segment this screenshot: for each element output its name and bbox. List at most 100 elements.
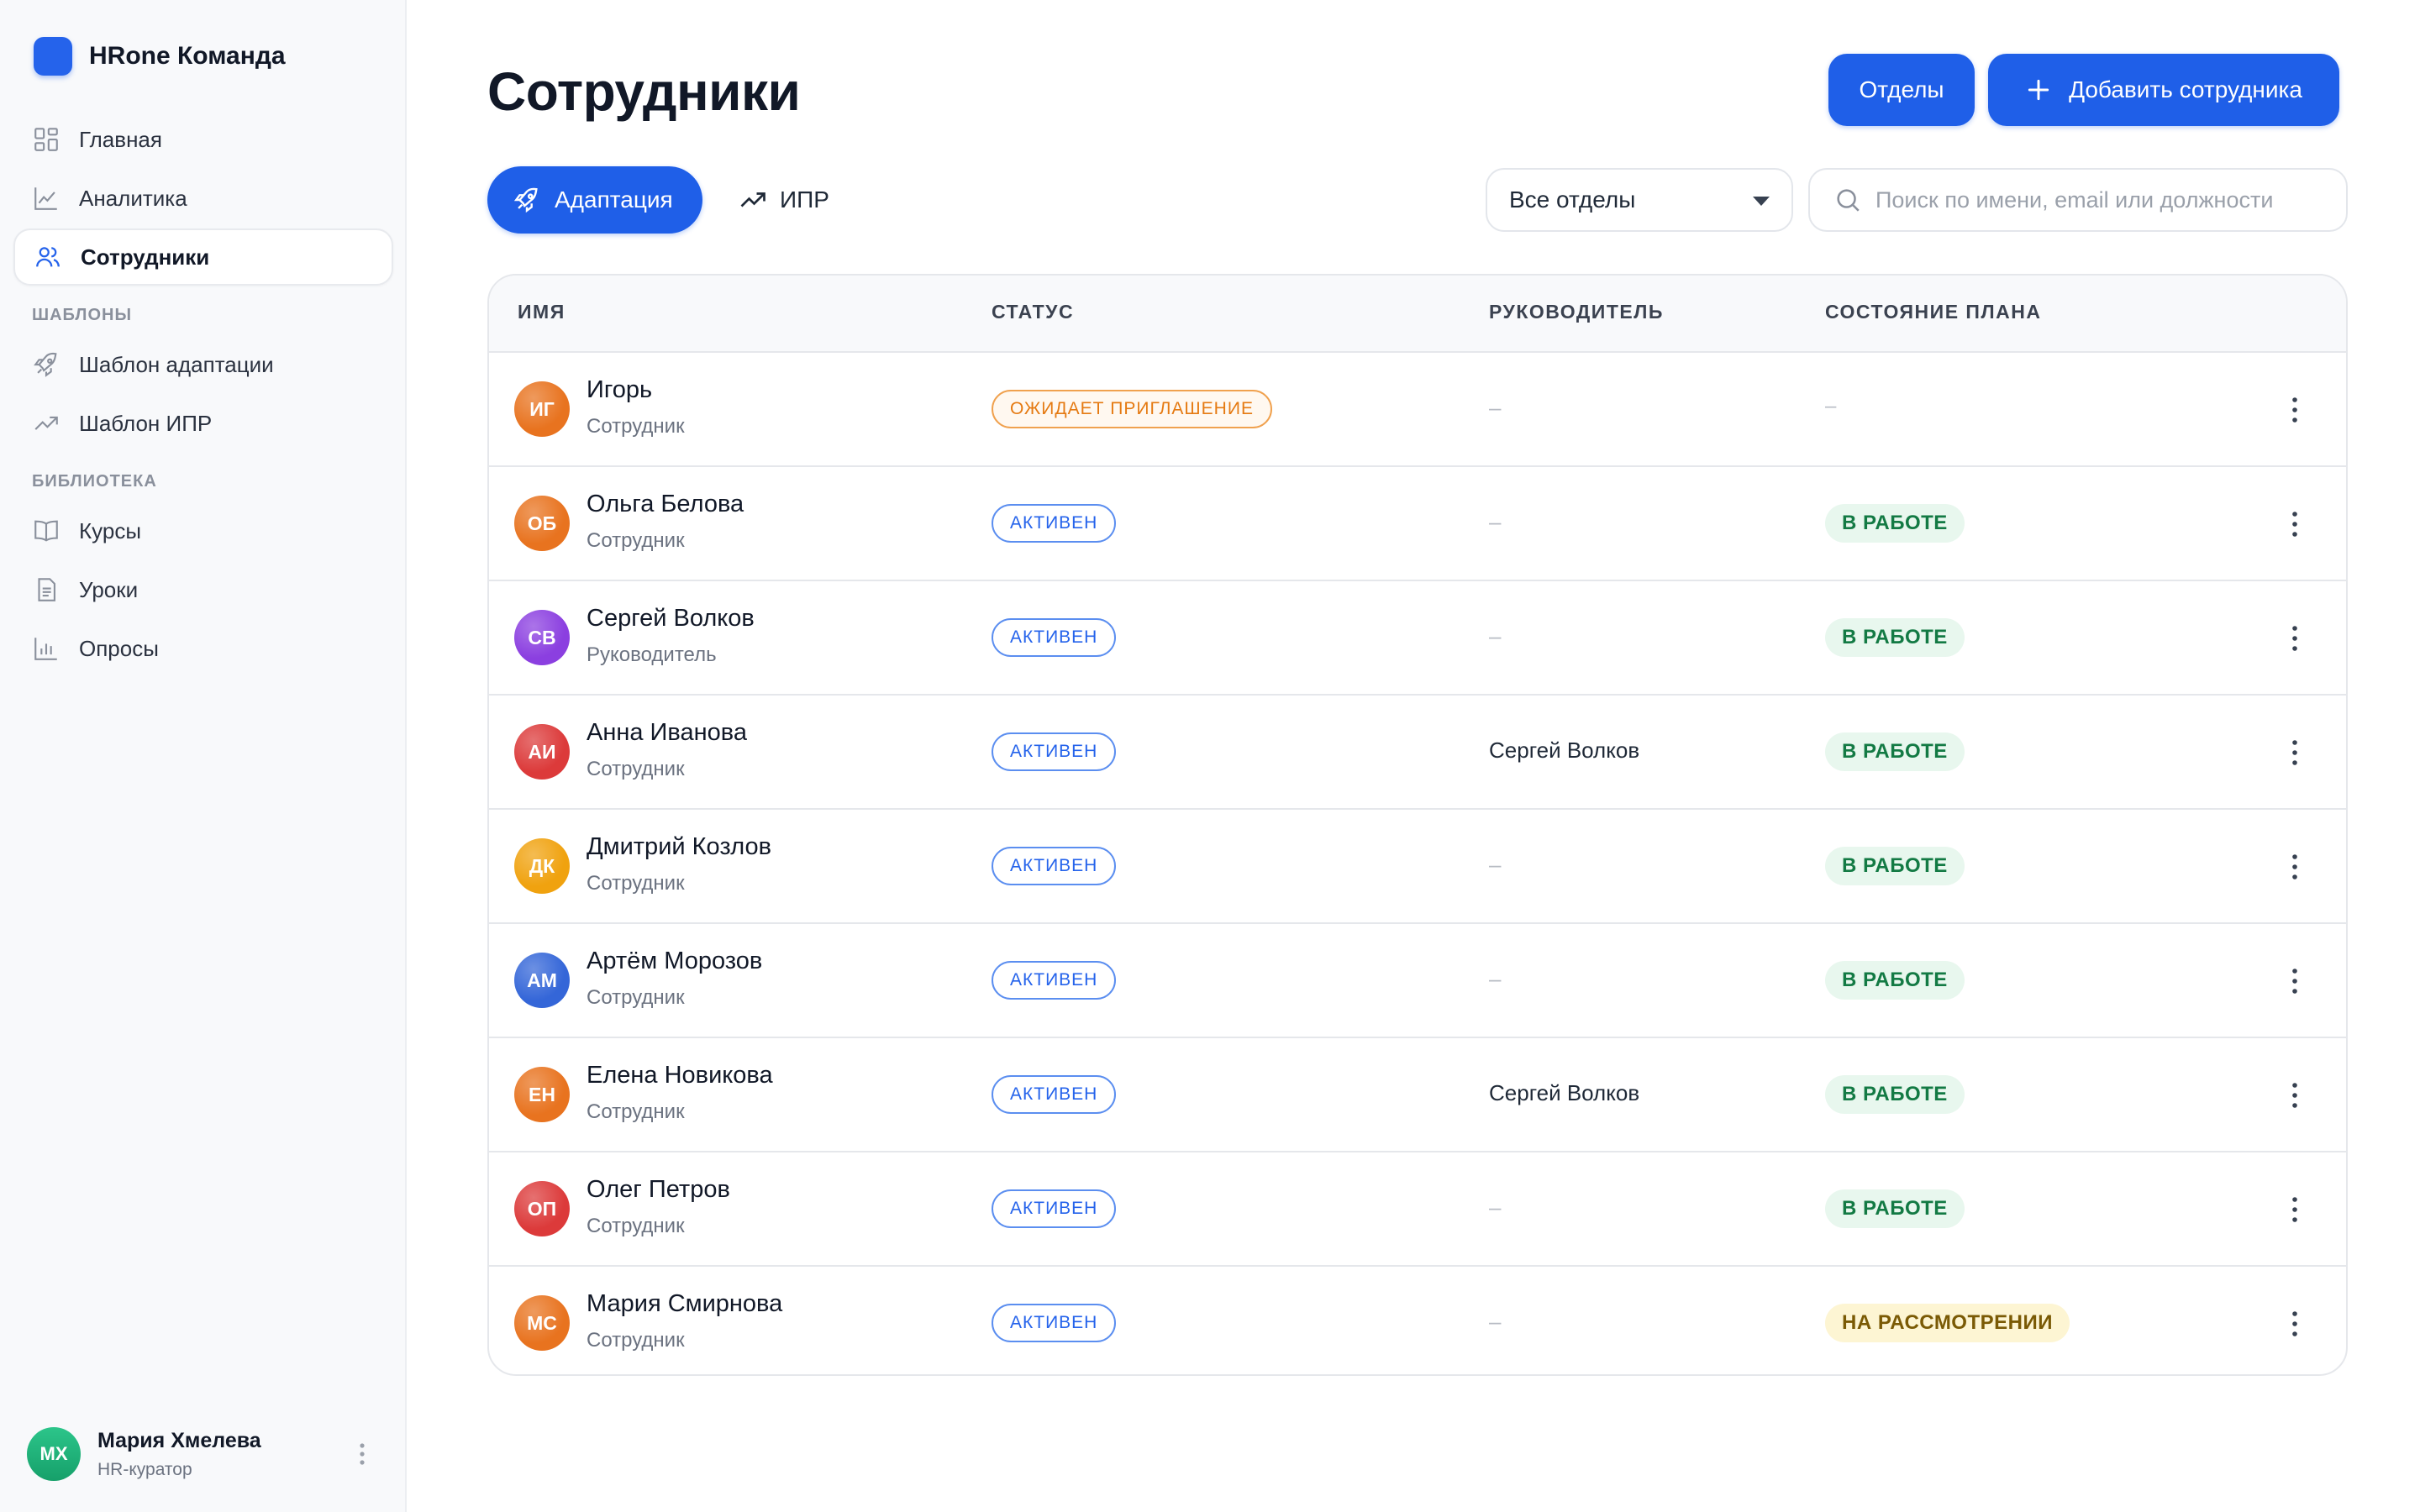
section-templates: ШАБЛОНЫ xyxy=(32,305,133,324)
sidebar-item-label: Уроки xyxy=(79,576,139,602)
more-vertical-icon[interactable] xyxy=(358,1441,366,1467)
employee-name[interactable]: Ольга Белова xyxy=(587,491,744,518)
bar-chart-icon xyxy=(34,638,57,660)
trend-icon xyxy=(740,192,765,207)
status-badge: АКТИВЕН xyxy=(992,1189,1117,1228)
search-icon xyxy=(1837,189,1860,212)
employee-name[interactable]: Елена Новикова xyxy=(587,1062,773,1089)
employee-role: Сотрудник xyxy=(587,872,685,895)
table-row[interactable]: ОБ Ольга Белова Сотрудник АКТИВЕН – В РАБОТЕ xyxy=(489,467,2346,581)
manager-name: – xyxy=(1489,1194,1502,1220)
brand[interactable]: HRone Команда xyxy=(34,37,286,76)
departments-button[interactable]: Отделы xyxy=(1828,54,1975,126)
department-select-value: Все отделы xyxy=(1509,186,1636,213)
plan-state-badge: В РАБОТЕ xyxy=(1825,504,1965,543)
department-select[interactable]: Все отделы xyxy=(1486,168,1793,232)
avatar: ОП xyxy=(514,1181,570,1236)
table-row[interactable]: АМ Артём Морозов Сотрудник АКТИВЕН – В РАБОТЕ xyxy=(489,924,2346,1038)
employee-name[interactable]: Дмитрий Козлов xyxy=(587,833,771,861)
current-user[interactable]: МХ Мария Хмелева HR-куратор xyxy=(27,1426,380,1482)
plan-state-badge: – xyxy=(1825,395,1837,417)
sidebar-item-label: Сотрудники xyxy=(81,244,210,270)
table-row[interactable]: ДК Дмитрий Козлов Сотрудник АКТИВЕН – В РАБОТ… xyxy=(489,810,2346,924)
table-row[interactable]: МС Мария Смирнова Сотрудник АКТИВЕН – НА РАСС… xyxy=(489,1267,2346,1374)
employee-name[interactable]: Анна Иванова xyxy=(587,719,747,747)
avatar: ОБ xyxy=(514,496,570,551)
user-name: Мария Хмелева xyxy=(97,1428,261,1452)
search-box[interactable] xyxy=(1808,168,2348,232)
more-vertical-icon[interactable] xyxy=(2291,623,2299,654)
plan-state-badge: НА РАССМОТРЕНИИ xyxy=(1825,1304,2070,1342)
section-library: БИБЛИОТЕКА xyxy=(32,471,157,491)
main-nav: Главная Аналитика Сотрудники ШАБЛОНЫ Шаб… xyxy=(13,111,393,679)
table-row[interactable]: АИ Анна Иванова Сотрудник АКТИВЕН Сергей Вол… xyxy=(489,696,2346,810)
table-row[interactable]: ЕН Елена Новикова Сотрудник АКТИВЕН Сергей В… xyxy=(489,1038,2346,1152)
status-badge: АКТИВЕН xyxy=(992,504,1117,543)
users-icon xyxy=(36,247,60,267)
more-vertical-icon[interactable] xyxy=(2291,395,2299,425)
avatar: АМ xyxy=(514,953,570,1008)
more-vertical-icon[interactable] xyxy=(2291,852,2299,882)
plan-state-badge: В РАБОТЕ xyxy=(1825,1075,1965,1114)
avatar: МХ xyxy=(27,1427,81,1481)
more-vertical-icon[interactable] xyxy=(2291,1080,2299,1110)
employees-table: ИМЯ СТАТУС РУКОВОДИТЕЛЬ СОСТОЯНИЕ ПЛАНА … xyxy=(487,274,2348,1376)
plan-state-badge: В РАБОТЕ xyxy=(1825,847,1965,885)
rocket-icon xyxy=(34,352,57,377)
more-vertical-icon[interactable] xyxy=(2291,966,2299,996)
manager-name: – xyxy=(1489,509,1502,534)
table-row[interactable]: ИГ Игорь Сотрудник ОЖИДАЕТ ПРИГЛАШЕНИЕ – – xyxy=(489,353,2346,467)
user-info: Мария Хмелева HR-куратор xyxy=(97,1429,261,1480)
employee-name[interactable]: Мария Смирнова xyxy=(587,1290,782,1318)
app-name: HRone Команда xyxy=(89,42,286,70)
line-chart-icon xyxy=(34,187,57,210)
more-vertical-icon[interactable] xyxy=(2291,738,2299,768)
sidebar-item-lessons[interactable]: Уроки xyxy=(13,561,393,618)
manager-name: – xyxy=(1489,1309,1502,1334)
employee-role: Сотрудник xyxy=(587,1100,685,1123)
user-role: HR-куратор xyxy=(97,1459,192,1479)
sidebar: HRone Команда Главная Аналитика Сотрудни… xyxy=(0,0,407,1512)
employee-name[interactable]: Игорь xyxy=(587,376,652,404)
status-badge: АКТИВЕН xyxy=(992,847,1117,885)
employee-name[interactable]: Олег Петров xyxy=(587,1176,730,1204)
sidebar-item-adaptation-template[interactable]: Шаблон адаптации xyxy=(13,336,393,393)
manager-name: – xyxy=(1489,852,1502,877)
brand-logo xyxy=(34,37,72,76)
table-row[interactable]: ОП Олег Петров Сотрудник АКТИВЕН – В РАБОТЕ xyxy=(489,1152,2346,1267)
rocket-icon xyxy=(513,187,538,213)
sidebar-item-ipr-template[interactable]: Шаблон ИПР xyxy=(13,395,393,452)
sidebar-item-analytics[interactable]: Аналитика xyxy=(13,170,393,227)
more-vertical-icon[interactable] xyxy=(2291,509,2299,539)
sidebar-item-label: Опросы xyxy=(79,635,159,661)
sidebar-item-surveys[interactable]: Опросы xyxy=(13,620,393,677)
table-body: ИГ Игорь Сотрудник ОЖИДАЕТ ПРИГЛАШЕНИЕ – – ОБ О… xyxy=(489,353,2346,1374)
employee-name[interactable]: Артём Морозов xyxy=(587,948,762,975)
sidebar-item-label: Главная xyxy=(79,126,162,152)
employee-role: Руководитель xyxy=(587,643,717,666)
sidebar-item-home[interactable]: Главная xyxy=(13,111,393,168)
table-row[interactable]: СВ Сергей Волков Руководитель АКТИВЕН – В РАБ… xyxy=(489,581,2346,696)
main-content: Сотрудники Отделы Добавить сотрудника Ад… xyxy=(407,0,2420,1512)
plus-icon xyxy=(2028,79,2049,101)
avatar: ДК xyxy=(514,838,570,894)
tab-ipr[interactable]: ИПР xyxy=(738,166,829,234)
manager-name: – xyxy=(1489,966,1502,991)
search-input[interactable] xyxy=(1876,186,2329,213)
tab-adaptation[interactable]: Адаптация xyxy=(487,166,702,234)
status-badge: ОЖИДАЕТ ПРИГЛАШЕНИЕ xyxy=(992,390,1272,428)
more-vertical-icon[interactable] xyxy=(2291,1194,2299,1225)
avatar: СВ xyxy=(514,610,570,665)
page-title: Сотрудники xyxy=(487,61,801,122)
employee-role: Сотрудник xyxy=(587,986,685,1009)
sidebar-item-label: Аналитика xyxy=(79,185,187,211)
status-badge: АКТИВЕН xyxy=(992,618,1117,657)
employee-name[interactable]: Сергей Волков xyxy=(587,605,755,633)
add-employee-button[interactable]: Добавить сотрудника xyxy=(1988,54,2339,126)
avatar: ЕН xyxy=(514,1067,570,1122)
sidebar-item-employees[interactable]: Сотрудники xyxy=(13,228,393,286)
sidebar-item-label: Шаблон ИПР xyxy=(79,410,213,436)
status-badge: АКТИВЕН xyxy=(992,732,1117,771)
sidebar-item-courses[interactable]: Курсы xyxy=(13,502,393,559)
more-vertical-icon[interactable] xyxy=(2291,1309,2299,1339)
